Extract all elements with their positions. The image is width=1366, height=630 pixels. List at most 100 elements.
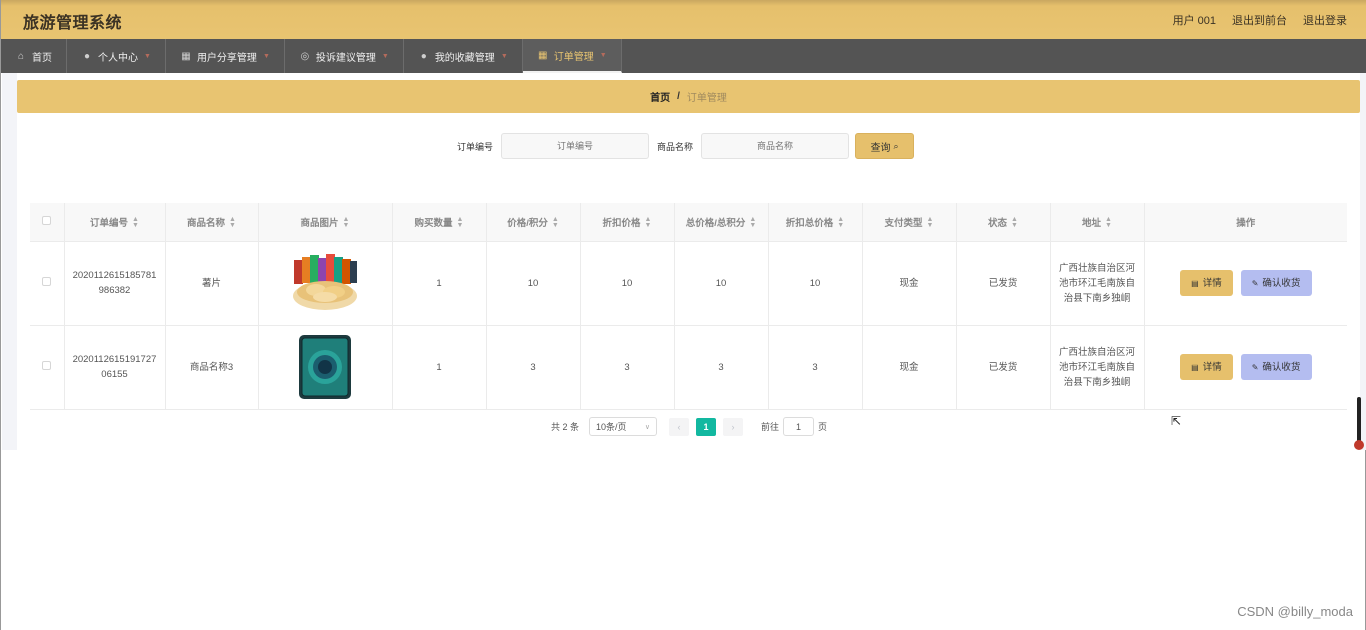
column-header[interactable]: 商品名称 ▲ ▼ bbox=[165, 203, 259, 242]
nav-item-label: 订单管理 bbox=[553, 51, 594, 63]
next-page-button[interactable]: › bbox=[723, 417, 744, 436]
page-gutter-left bbox=[2, 73, 17, 450]
row-select-cell bbox=[30, 241, 65, 326]
row-checkbox[interactable] bbox=[42, 360, 52, 370]
document-icon: ▤ bbox=[1191, 362, 1199, 372]
detail-button[interactable]: ▤ 详情 bbox=[1179, 354, 1233, 380]
column-header-label: 总价格/总积分 bbox=[685, 217, 746, 229]
sort-icon: ▲ ▼ bbox=[229, 215, 236, 229]
search-button[interactable]: 查询 ⌕ bbox=[855, 133, 915, 159]
breadcrumb-home[interactable]: 首页 bbox=[650, 89, 670, 104]
nav-item-label: 投诉建议管理 bbox=[315, 52, 376, 64]
actions-cell: ▤ 详情 ✎ 确认收货 bbox=[1144, 325, 1347, 410]
page-size-select[interactable]: 10条/页 ∨ bbox=[589, 417, 658, 436]
column-header[interactable]: 地址 ▲ ▼ bbox=[1050, 203, 1145, 242]
document-icon: ▤ bbox=[1191, 278, 1199, 288]
sort-icon: ▲ ▼ bbox=[456, 215, 464, 229]
grid-icon: ▦ bbox=[538, 49, 548, 61]
chevron-down-icon: ▼ bbox=[599, 51, 607, 59]
order-no-cell: 202011261519172706155 bbox=[64, 325, 166, 410]
main-nav: ⌂ 首页 ● 个人中心 ▼ ▦ 用户分享管理 ▼ ◎ 投诉建议管理 ▼ ● 我的… bbox=[1, 39, 1366, 73]
order-no-input[interactable] bbox=[501, 133, 650, 159]
nav-item-label: 我的收藏管理 bbox=[434, 52, 495, 64]
scrollbar-thumb[interactable] bbox=[1357, 397, 1361, 445]
breadcrumb-separator: / bbox=[677, 91, 680, 102]
home-icon: ⌂ bbox=[17, 50, 25, 62]
chevron-right-icon: › bbox=[731, 421, 735, 432]
column-header[interactable]: 价格/积分 ▲ ▼ bbox=[486, 203, 581, 242]
order-no-cell: 2020112615185781986382 bbox=[64, 241, 166, 326]
sort-icon: ▲ ▼ bbox=[926, 215, 934, 229]
search-form: 订单编号 商品名称 查询 ⌕ bbox=[457, 133, 915, 159]
status-cell: 已发货 bbox=[956, 241, 1051, 326]
column-header[interactable]: 商品图片 ▲ ▼ bbox=[258, 203, 393, 242]
row-select-cell bbox=[30, 325, 65, 410]
nav-item-orders[interactable]: ▦ 订单管理 ▼ bbox=[522, 39, 622, 73]
product-name-input[interactable] bbox=[701, 133, 850, 159]
chevron-down-icon: ▼ bbox=[144, 52, 151, 60]
page-size-value: 10条/页 bbox=[596, 422, 627, 432]
scrollbar-handle[interactable] bbox=[1354, 440, 1364, 450]
column-header-label: 订单编号 bbox=[90, 217, 129, 229]
sort-icon: ▲ ▼ bbox=[749, 215, 757, 229]
column-header-label: 地址 bbox=[1082, 217, 1102, 229]
user-icon: ● bbox=[83, 50, 91, 62]
column-header[interactable]: 折扣总价格 ▲ ▼ bbox=[768, 203, 863, 242]
table-row: 202011261519172706155 商品名称3 1 3 3 3 3 现金… bbox=[30, 325, 1347, 410]
nav-item-label: 个人中心 bbox=[98, 52, 138, 64]
nav-item-home[interactable]: ⌂ 首页 bbox=[1, 39, 67, 73]
sort-icon: ▲ ▼ bbox=[342, 215, 350, 229]
goto-page-input[interactable]: 1 bbox=[783, 417, 815, 436]
phone-image bbox=[297, 334, 353, 400]
sort-icon: ▲ ▼ bbox=[1011, 215, 1018, 229]
order-no-label: 订单编号 bbox=[457, 141, 494, 152]
nav-item-favorites[interactable]: ● 我的收藏管理 ▼ bbox=[404, 39, 523, 73]
column-header[interactable]: 购买数量 ▲ ▼ bbox=[392, 203, 487, 242]
row-checkbox[interactable] bbox=[42, 276, 52, 286]
sort-icon: ▲ ▼ bbox=[644, 215, 652, 229]
product-name-cell: 商品名称3 bbox=[165, 325, 259, 410]
nav-item-complaints[interactable]: ◎ 投诉建议管理 ▼ bbox=[285, 39, 404, 73]
orders-table: 订单编号 ▲ ▼ 商品名称 ▲ ▼ 商品图片 ▲ ▼ 购买数量 ▲ ▼ 价格/积分 ▲ ▼ 折扣价格… bbox=[30, 203, 1347, 410]
column-header[interactable]: 支付类型 ▲ ▼ bbox=[862, 203, 957, 242]
total-cell: 10 bbox=[674, 241, 769, 326]
detail-button-label: 详情 bbox=[1202, 277, 1222, 289]
detail-button-label: 详情 bbox=[1202, 361, 1222, 373]
prev-page-button[interactable]: ‹ bbox=[669, 417, 690, 436]
actions-cell: ▤ 详情 ✎ 确认收货 bbox=[1144, 241, 1347, 326]
confirm-receipt-button[interactable]: ✎ 确认收货 bbox=[1240, 354, 1312, 380]
page-number-button[interactable]: 1 bbox=[696, 417, 717, 436]
column-header: 操作 bbox=[1144, 203, 1347, 242]
grid-icon: ▦ bbox=[181, 50, 191, 62]
page-unit-label: 页 bbox=[818, 422, 828, 432]
pay-type-cell: 现金 bbox=[862, 241, 957, 326]
column-header-label: 支付类型 bbox=[884, 217, 923, 229]
column-header[interactable]: 总价格/总积分 ▲ ▼ bbox=[674, 203, 769, 242]
logout-link[interactable]: 退出登录 bbox=[1303, 12, 1347, 28]
chevron-down-icon: ▼ bbox=[381, 52, 389, 60]
pagination-total: 共 2 条 bbox=[551, 422, 580, 432]
status-cell: 已发货 bbox=[956, 325, 1051, 410]
column-header-label: 操作 bbox=[1236, 217, 1256, 229]
nav-item-user-share[interactable]: ▦ 用户分享管理 ▼ bbox=[166, 39, 285, 73]
edit-icon: ✎ bbox=[1251, 278, 1259, 288]
breadcrumb-current: 订单管理 bbox=[686, 93, 727, 104]
confirm-receipt-button[interactable]: ✎ 确认收货 bbox=[1240, 270, 1312, 296]
column-header-label: 折扣价格 bbox=[602, 217, 641, 229]
back-to-front-link[interactable]: 退出到前台 bbox=[1232, 12, 1287, 28]
detail-button[interactable]: ▤ 详情 bbox=[1179, 270, 1233, 296]
nav-item-label: 用户分享管理 bbox=[196, 52, 257, 64]
globe-icon: ◎ bbox=[300, 50, 310, 62]
column-header[interactable]: 折扣价格 ▲ ▼ bbox=[580, 203, 675, 242]
nav-item-personal-center[interactable]: ● 个人中心 ▼ bbox=[67, 39, 166, 73]
column-header[interactable]: 订单编号 ▲ ▼ bbox=[64, 203, 166, 242]
price-cell: 3 bbox=[486, 325, 581, 410]
mouse-cursor-icon: ⇱ bbox=[1171, 414, 1182, 428]
sort-icon: ▲ ▼ bbox=[1105, 215, 1112, 229]
user-icon: ● bbox=[420, 50, 427, 62]
address: 广西壮族自治区河池市环江毛南族自治县下南乡独峒 bbox=[1058, 346, 1135, 388]
watermark: CSDN @billy_moda bbox=[1237, 604, 1353, 619]
column-header[interactable]: 状态 ▲ ▼ bbox=[956, 203, 1051, 242]
column-header-label: 状态 bbox=[988, 217, 1008, 229]
select-all-checkbox[interactable] bbox=[42, 215, 52, 225]
